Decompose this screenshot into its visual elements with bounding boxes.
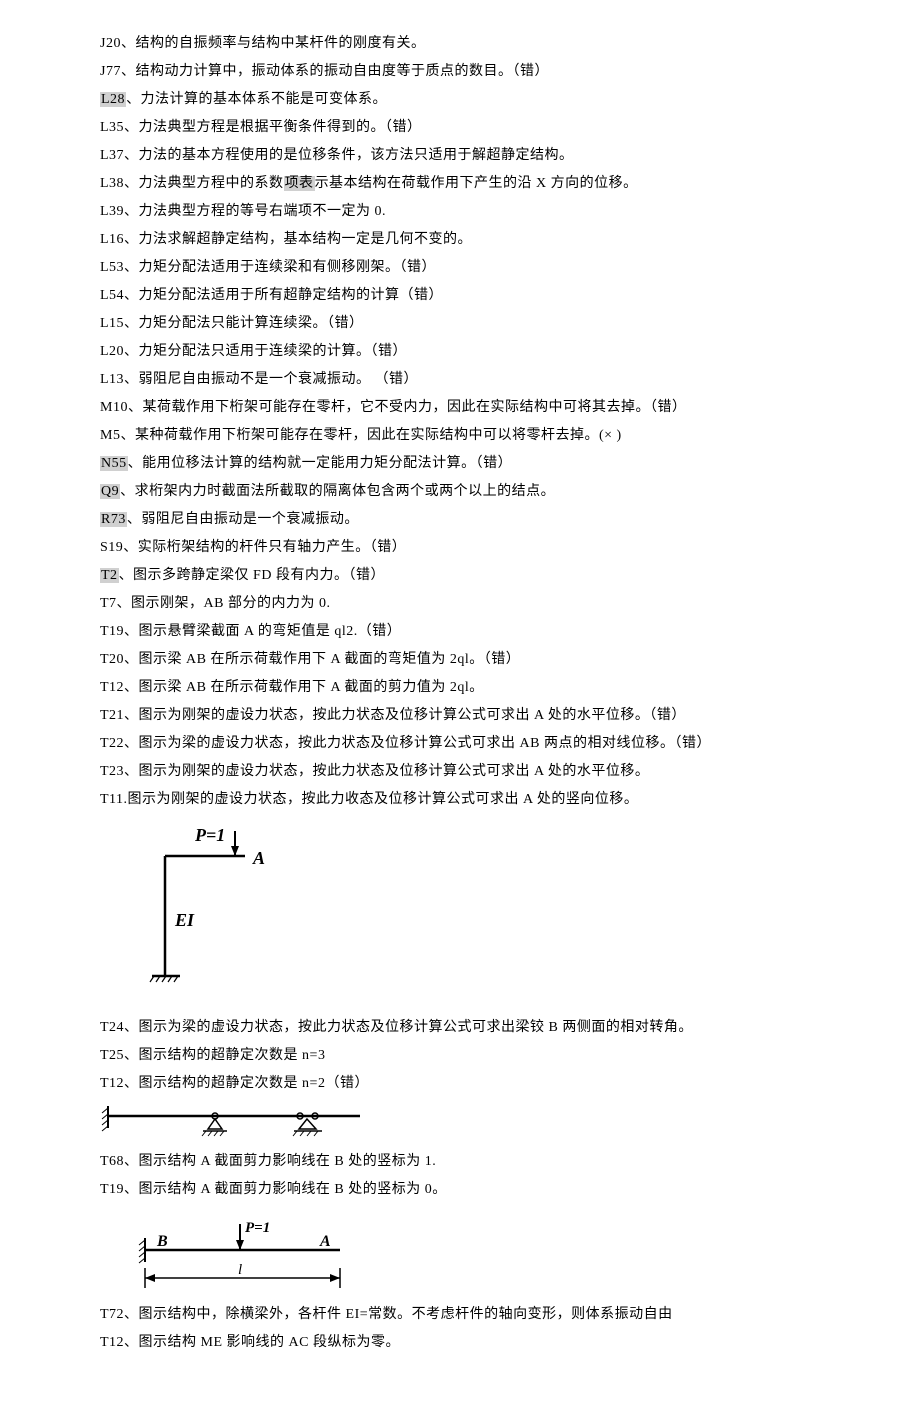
text-line: M10、某荷载作用下桁架可能存在零杆，它不受内力，因此在实际结构中可将其去掉。（… [100,394,820,422]
text-line: L38、力法典型方程中的系数项表示基本结构在荷载作用下产生的沿 X 方向的位移。 [100,170,820,198]
text-line: S19、实际桁架结构的杆件只有轴力产生。（错） [100,534,820,562]
simple-beam-diagram: B A P=1 l [130,1218,360,1293]
text-line: J20、结构的自振频率与结构中某杆件的刚度有关。 [100,30,820,58]
text-line: T2、图示多跨静定梁仅 FD 段有内力。（错） [100,562,820,590]
text-line: T22、图示为梁的虚设力状态，按此力状态及位移计算公式可求出 AB 两点的相对线… [100,730,820,758]
text-line: T11.图示为刚架的虚设力状态，按此力收态及位移计算公式可求出 A 处的竖向位移… [100,786,820,814]
highlight: L28 [100,92,126,107]
text-line: L35、力法典型方程是根据平衡条件得到的。（错） [100,114,820,142]
frame-figure: P=1 A EI [140,826,820,996]
text-line: L15、力矩分配法只能计算连续梁。（错） [100,310,820,338]
text-line: L37、力法的基本方程使用的是位移条件，该方法只适用于解超静定结构。 [100,142,820,170]
svg-text:EI: EI [174,910,195,930]
highlight: N55 [100,456,128,471]
text: 、能用位移法计算的结构就一定能用力矩分配法计算。（错） [128,456,513,471]
text-line: T19、图示悬臂梁截面 A 的弯矩值是 ql2.（错） [100,618,820,646]
text-line: T68、图示结构 A 截面剪力影响线在 B 处的竖标为 1. [100,1148,820,1176]
text-line: T7、图示刚架，AB 部分的内力为 0. [100,590,820,618]
text-line: R73、弱阻尼自由振动是一个衰减振动。 [100,506,820,534]
text: 、图示多跨静定梁仅 FD 段有内力。（错） [119,568,385,583]
text-line: L13、弱阻尼自由振动不是一个衰减振动。 （错） [100,366,820,394]
text-line: T23、图示为刚架的虚设力状态，按此力状态及位移计算公式可求出 A 处的水平位移… [100,758,820,786]
svg-text:l: l [238,1262,242,1278]
svg-text:P=1: P=1 [194,826,225,845]
text: 、力法计算的基本体系不能是可变体系。 [126,92,387,107]
frame-diagram: P=1 A EI [140,826,300,996]
text-line: L28、力法计算的基本体系不能是可变体系。 [100,86,820,114]
text-line: T24、图示为梁的虚设力状态，按此力状态及位移计算公式可求出梁铰 B 两侧面的相… [100,1014,820,1042]
text-line: N55、能用位移法计算的结构就一定能用力矩分配法计算。（错） [100,450,820,478]
text-line: J77、结构动力计算中，振动体系的振动自由度等于质点的数目。（错） [100,58,820,86]
svg-text:A: A [319,1233,331,1250]
text-line: T12、图示结构的超静定次数是 n=2（错） [100,1070,820,1098]
text-line: T25、图示结构的超静定次数是 n=3 [100,1042,820,1070]
highlight: Q9 [100,484,120,499]
highlight: R73 [100,512,127,527]
highlight: T2 [100,568,119,583]
highlight: 项表 [284,176,315,191]
text-line: L53、力矩分配法适用于连续梁和有侧移刚架。（错） [100,254,820,282]
text-line: Q9、求桁架内力时截面法所截取的隔离体包含两个或两个以上的结点。 [100,478,820,506]
text-line: L20、力矩分配法只适用于连续梁的计算。（错） [100,338,820,366]
text: 、求桁架内力时截面法所截取的隔离体包含两个或两个以上的结点。 [120,484,555,499]
text-line: T21、图示为刚架的虚设力状态，按此力状态及位移计算公式可求出 A 处的水平位移… [100,702,820,730]
beam-figure [100,1106,820,1138]
svg-text:A: A [252,848,265,868]
text: 、弱阻尼自由振动是一个衰减振动。 [127,512,359,527]
svg-text:B: B [156,1233,168,1250]
continuous-beam-diagram [100,1106,370,1138]
svg-text:P=1: P=1 [245,1220,270,1236]
text-line: T12、图示梁 AB 在所示荷载作用下 A 截面的剪力值为 2ql。 [100,674,820,702]
text-line: T72、图示结构中，除横梁外，各杆件 EI=常数。不考虑杆件的轴向变形，则体系振… [100,1301,820,1329]
text-line: T19、图示结构 A 截面剪力影响线在 B 处的竖标为 0。 [100,1176,820,1204]
text-line: T20、图示梁 AB 在所示荷载作用下 A 截面的弯矩值为 2ql。（错） [100,646,820,674]
text: 示基本结构在荷载作用下产生的沿 X 方向的位移。 [315,176,638,191]
text-line: L16、力法求解超静定结构，基本结构一定是几何不变的。 [100,226,820,254]
text-line: L39、力法典型方程的等号右端项不一定为 0. [100,198,820,226]
text-line: L54、力矩分配法适用于所有超静定结构的计算（错） [100,282,820,310]
beam-load-figure: B A P=1 l [130,1218,820,1293]
text-line: T12、图示结构 ME 影响线的 AC 段纵标为零。 [100,1329,820,1357]
text-line: M5、某种荷载作用下桁架可能存在零杆，因此在实际结构中可以将零杆去掉。(× ) [100,422,820,450]
text: L38、力法典型方程中的系数 [100,176,284,191]
